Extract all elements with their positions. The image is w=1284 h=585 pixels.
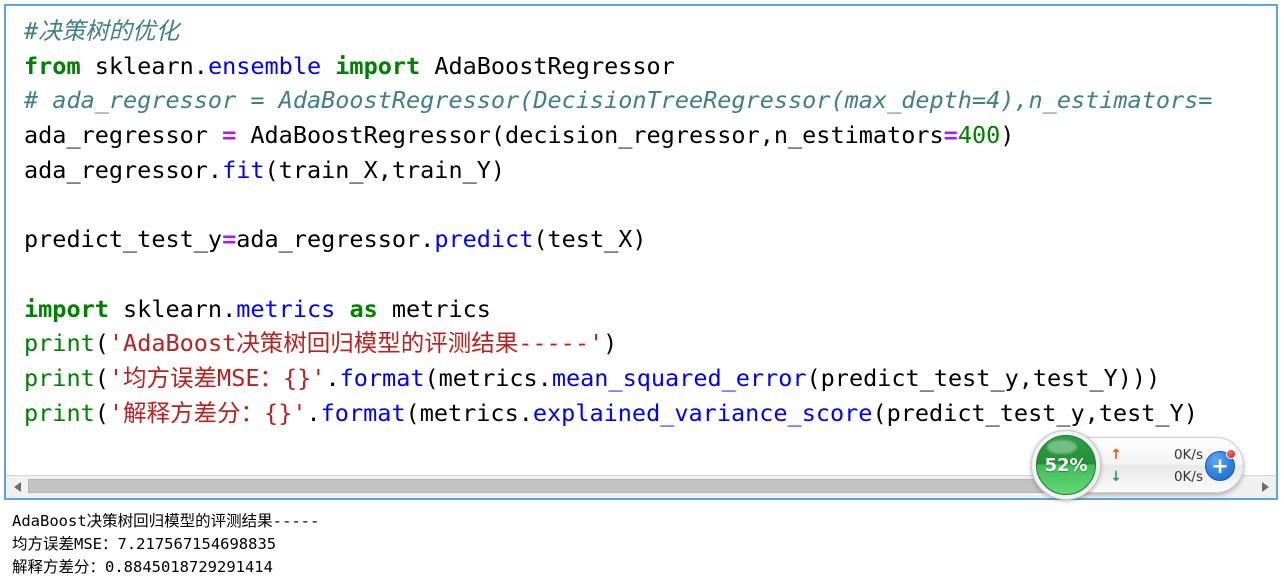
code-token: AdaBoostRegressor [420, 51, 675, 80]
code-token: fit [222, 155, 265, 184]
scrollbar-thumb[interactable] [28, 478, 1205, 493]
scroll-left-button[interactable] [6, 476, 28, 498]
arrow-down-icon: ↓ [1110, 469, 1122, 485]
code-line: import sklearn.metrics as metrics [24, 292, 1212, 327]
code-line: print('解释方差分：{}'.format(metrics.explaine… [24, 396, 1212, 431]
network-speed-widget[interactable]: 52% ↑ 0K/s ↓ 0K/s + [1031, 430, 1244, 500]
code-token: sklearn. [108, 294, 237, 323]
code-token: format [320, 398, 406, 427]
gauge-ball: 52% [1036, 435, 1096, 495]
code-token: explained_variance_score [532, 398, 873, 427]
output-line: 均方误差MSE：7.217567154698835 [12, 535, 277, 553]
code-line: predict_test_y=ada_regressor.predict(tes… [24, 222, 1212, 257]
code-token: = [943, 121, 958, 150]
code-token: ada_regressor [24, 121, 223, 150]
code-token: . [325, 363, 340, 392]
code-token: ada_regressor. [24, 155, 223, 184]
download-speed-label: 0K/s [1173, 469, 1203, 485]
code-token: metrics [377, 294, 491, 323]
code-token: (metrics. [405, 398, 533, 427]
code-token: (predict_test_y,test_Y))) [806, 363, 1161, 392]
code-token: ( [94, 363, 109, 392]
code-cell-viewport[interactable]: #决策树的优化 from sklearn.ensemble import AdaB… [6, 6, 1276, 475]
output-line: 解释方差分：0.8845018729291414 [12, 558, 273, 576]
code-token: (test_X) [533, 225, 647, 254]
output-line: AdaBoost决策树回归模型的评测结果----- [12, 512, 320, 530]
upload-row: ↑ 0K/s [1109, 444, 1209, 466]
code-token: mean_squared_error [551, 363, 807, 392]
code-token: (train_X,train_Y) [264, 155, 506, 184]
code-token: ( [94, 398, 109, 427]
code-token: ensemble [207, 51, 322, 80]
code-token: . [306, 398, 321, 427]
code-token: ( [94, 329, 109, 358]
code-token: sklearn. [80, 51, 208, 80]
code-token: '解释方差分：{}' [108, 398, 307, 427]
code-token: import [335, 51, 421, 80]
code-line: from sklearn.ensemble import AdaBoostReg… [24, 49, 1212, 84]
code-editor[interactable]: #决策树的优化 from sklearn.ensemble import AdaB… [24, 14, 1212, 430]
code-token: '均方误差MSE：{}' [108, 363, 326, 392]
download-row: ↓ 0K/s [1109, 466, 1209, 488]
code-line: #决策树的优化 [24, 14, 1212, 49]
code-token: print [24, 329, 95, 358]
code-line: ada_regressor.fit(train_X,train_Y) [24, 153, 1212, 188]
code-token: # ada_regressor = AdaBoostRegressor(Deci… [24, 86, 1213, 115]
code-token: metrics [236, 294, 336, 323]
gauge-gloss-icon [1047, 440, 1077, 454]
arrow-up-icon: ↑ [1110, 447, 1122, 463]
memory-gauge[interactable]: 52% [1031, 430, 1101, 500]
code-token: predict [434, 225, 534, 254]
code-token: predict_test_y [24, 225, 223, 254]
code-token: from [24, 51, 81, 80]
upload-speed-label: 0K/s [1173, 447, 1203, 463]
cell-output: AdaBoost决策树回归模型的评测结果----- 均方误差MSE：7.21756… [12, 510, 1272, 579]
code-token: AdaBoostRegressor(decision_regressor,n_e… [236, 121, 944, 150]
code-line: print('AdaBoost决策树回归模型的评测结果-----') [24, 326, 1212, 361]
scroll-right-button[interactable] [1254, 476, 1276, 498]
speed-readouts: ↑ 0K/s ↓ 0K/s [1109, 444, 1209, 488]
code-token: ) [1000, 121, 1015, 150]
code-token: #决策树的优化 [24, 17, 180, 45]
chevron-right-icon [1261, 482, 1269, 492]
screen: #决策树的优化 from sklearn.ensemble import AdaB… [0, 0, 1284, 585]
code-cell[interactable]: #决策树的优化 from sklearn.ensemble import AdaB… [4, 4, 1278, 500]
code-token: = [222, 121, 237, 150]
code-line: print('均方误差MSE：{}'.format(metrics.mean_s… [24, 361, 1212, 396]
code-line: # ada_regressor = AdaBoostRegressor(Deci… [24, 83, 1212, 118]
chevron-left-icon [13, 482, 21, 492]
gauge-percent-label: 52% [1044, 454, 1088, 476]
code-token: format [339, 363, 425, 392]
code-line: ada_regressor = AdaBoostRegressor(decisi… [24, 118, 1212, 153]
code-token: (predict_test_y,test_Y) [872, 398, 1198, 427]
add-tool-button[interactable]: + [1205, 449, 1236, 481]
code-token: (metrics. [424, 363, 552, 392]
code-token: print [24, 398, 95, 427]
code-token: print [24, 363, 95, 392]
code-token: = [222, 225, 237, 254]
code-token: ) [603, 329, 618, 358]
code-token: 'AdaBoost决策树回归模型的评测结果-----' [108, 329, 604, 358]
notification-badge-icon [1226, 449, 1236, 459]
code-token: 400 [957, 121, 1001, 150]
code-token: import [24, 294, 109, 323]
code-token: ada_regressor. [236, 225, 435, 254]
code-token: as [349, 294, 378, 323]
